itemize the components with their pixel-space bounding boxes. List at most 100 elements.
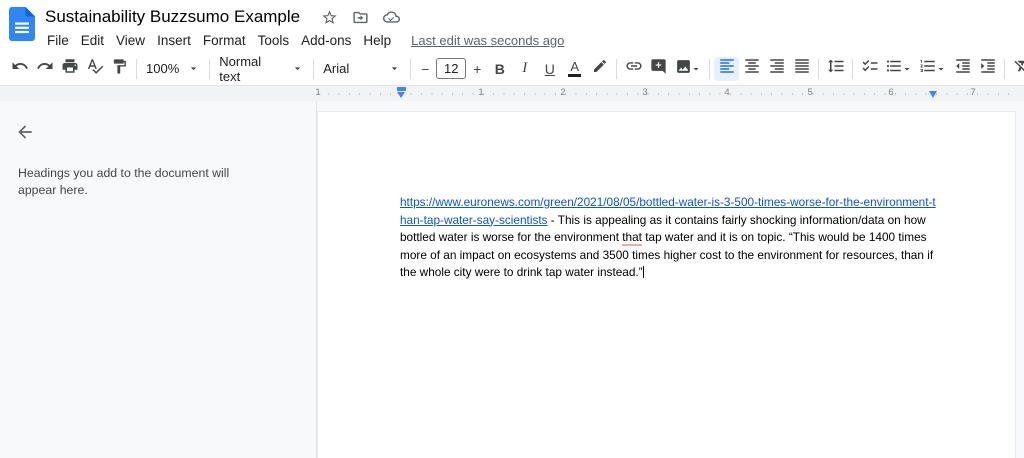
bold-button[interactable]: B [487,57,512,81]
paragraph-style-select[interactable]: Normal text [214,57,309,81]
page-content: https://www.euronews.com/green/2021/08/0… [318,112,938,282]
ruler-ticks [318,93,1016,95]
menu-insert[interactable]: Insert [151,31,197,50]
clear-formatting-icon [1013,57,1024,80]
last-edit-status[interactable]: Last edit was seconds ago [411,33,564,48]
document-outline-panel: Headings you add to the document will ap… [0,101,317,458]
link-icon [625,57,643,80]
left-indent-marker[interactable] [397,87,406,98]
menu-edit[interactable]: Edit [75,31,110,50]
toolbar-separator [1004,59,1005,79]
chevron-down-icon [187,62,200,75]
menu-tools[interactable]: Tools [252,31,296,50]
right-indent-marker[interactable] [929,91,937,98]
style-value: Normal text [219,54,283,84]
ruler-number: 5 [804,87,816,98]
menu-addons[interactable]: Add-ons [295,31,357,50]
underline-icon: U [545,61,555,77]
clear-formatting-button[interactable] [1009,57,1024,81]
undo-button[interactable] [7,57,32,81]
plus-icon: + [473,61,481,77]
toolbar-separator [852,59,853,79]
font-size-input[interactable]: 12 [436,58,466,79]
menu-file[interactable]: File [41,31,75,50]
align-right-button[interactable] [764,57,789,81]
checklist-icon [861,57,879,80]
horizontal-ruler: 1 1 2 3 4 5 6 7 [0,86,1024,101]
font-value: Arial [323,61,349,76]
ruler-number: 2 [557,87,569,98]
chevron-down-icon [388,62,401,75]
zoom-value: 100% [146,61,179,76]
menu-view[interactable]: View [110,31,151,50]
ruler-number: 6 [885,87,897,98]
line-spacing-button[interactable] [823,57,848,81]
google-docs-logo[interactable] [9,7,36,46]
text-color-icon: A [568,61,581,77]
align-center-button[interactable] [739,57,764,81]
line-spacing-icon [827,57,845,80]
close-outline-button[interactable] [15,122,35,142]
grammar-flagged-word[interactable]: that [622,230,642,246]
chevron-down-icon [935,63,947,75]
redo-button[interactable] [32,57,57,81]
print-button[interactable] [57,57,82,81]
font-family-select[interactable]: Arial [318,57,406,81]
font-size-increase-button[interactable]: + [467,57,487,81]
toolbar-separator [709,59,710,79]
comment-plus-icon [650,58,667,80]
add-comment-button[interactable] [646,57,671,81]
align-left-button[interactable] [714,57,739,81]
toolbar-separator [410,59,411,79]
chevron-down-icon [690,63,702,75]
spellcheck-button[interactable] [82,57,107,81]
move-to-folder-icon[interactable] [352,9,369,26]
highlighter-icon [592,58,608,79]
arrow-back-icon [15,129,35,146]
minus-icon: − [421,61,429,77]
cloud-saved-icon[interactable] [383,9,400,26]
paint-format-button[interactable] [107,57,132,81]
undo-icon [11,57,29,80]
ruler-number: 3 [639,87,651,98]
menu-format[interactable]: Format [197,31,252,50]
chevron-down-icon [291,62,304,75]
align-right-icon [768,57,786,80]
document-title[interactable]: Sustainability Buzzsumo Example [45,7,300,27]
ruler-number: 1 [312,87,324,98]
print-icon [61,57,79,80]
numbered-list-button[interactable] [916,57,950,81]
toolbar-separator [313,59,314,79]
zoom-select[interactable]: 100% [141,57,205,81]
align-justify-icon [793,57,811,80]
align-justify-button[interactable] [789,57,814,81]
paragraph: https://www.euronews.com/green/2021/08/0… [400,194,938,282]
italic-icon: I [522,60,527,77]
toolbar-separator [818,59,819,79]
paint-roller-icon [111,58,128,80]
insert-image-button[interactable] [671,57,705,81]
toolbar-separator [136,59,137,79]
insert-link-button[interactable] [621,57,646,81]
align-left-icon [718,57,736,80]
ruler-number: 1 [475,87,487,98]
increase-indent-button[interactable] [975,57,1000,81]
ruler-number: 7 [967,87,979,98]
toolbar-separator [209,59,210,79]
document-page[interactable]: https://www.euronews.com/green/2021/08/0… [317,111,1016,458]
redo-icon [36,57,54,80]
document-canvas: https://www.euronews.com/green/2021/08/0… [317,101,1024,458]
bulleted-list-button[interactable] [882,57,916,81]
highlight-color-button[interactable] [587,57,612,81]
menu-help[interactable]: Help [357,31,397,50]
decrease-indent-button[interactable] [950,57,975,81]
bold-icon: B [495,61,505,77]
star-icon[interactable] [321,9,338,26]
outline-hint-text: Headings you add to the document will ap… [18,165,263,199]
content-area: Headings you add to the document will ap… [0,101,1024,458]
underline-button[interactable]: U [537,57,562,81]
text-color-button[interactable]: A [562,57,587,81]
font-size-decrease-button[interactable]: − [415,57,435,81]
checklist-button[interactable] [857,57,882,81]
italic-button[interactable]: I [512,57,537,81]
